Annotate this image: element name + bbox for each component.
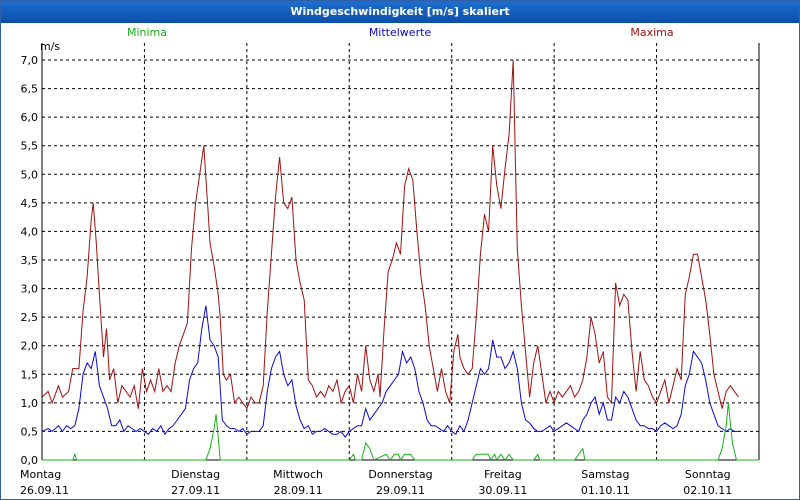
x-tick-date: 30.09.11 bbox=[478, 484, 527, 497]
y-tick-label: 2,5 bbox=[21, 311, 39, 324]
x-tick-date: 01.10.11 bbox=[581, 484, 630, 497]
axis-labels: 0,0 0,5 1,0 1,5 2,0 2,5 3,0 3,5 4,0 4,5 5,0 5,5 6,0 6… bbox=[20, 54, 732, 497]
x-tick-day: Samstag bbox=[581, 468, 629, 481]
x-tick-date: 27.09.11 bbox=[171, 484, 220, 497]
y-tick-label: 6,0 bbox=[21, 111, 39, 124]
y-tick-label: 4,0 bbox=[21, 225, 39, 238]
legend-mittelwerte: Mittelwerte bbox=[369, 26, 432, 39]
y-tick-label: 3,5 bbox=[21, 254, 39, 267]
legend-maxima: Maxima bbox=[630, 26, 673, 39]
x-tick-day: Freitag bbox=[484, 468, 522, 481]
x-tick-date: 29.09.11 bbox=[376, 484, 425, 497]
y-tick-label: 7,0 bbox=[21, 54, 39, 67]
legend-minima: Minima bbox=[127, 26, 167, 39]
y-tick-label: 5,5 bbox=[21, 140, 39, 153]
x-tick-date: 28.09.11 bbox=[274, 484, 323, 497]
y-axis-unit: m/s bbox=[40, 40, 60, 53]
y-tick-label: 0,5 bbox=[21, 425, 39, 438]
wind-speed-chart: 0,0 0,5 1,0 1,5 2,0 2,5 3,0 3,5 4,0 4,5 5,0 5,5 6,0 6… bbox=[20, 26, 760, 497]
y-tick-label: 1,0 bbox=[21, 397, 39, 410]
series-lines bbox=[41, 59, 759, 462]
y-tick-label: 1,5 bbox=[21, 368, 39, 381]
y-tick-label: 0,0 bbox=[21, 454, 39, 467]
series-minima bbox=[42, 402, 759, 462]
x-tick-date: 26.09.11 bbox=[20, 484, 69, 497]
x-tick-day: Montag bbox=[20, 468, 61, 481]
x-tick-date: 02.10.11 bbox=[683, 484, 732, 497]
y-tick-label: 3,0 bbox=[21, 283, 39, 296]
y-tick-label: 4,5 bbox=[21, 197, 39, 210]
x-tick-day: Donnerstag bbox=[368, 468, 432, 481]
x-tick-day: Dienstag bbox=[171, 468, 220, 481]
x-tick-day: Sonntag bbox=[685, 468, 731, 481]
series-maxima bbox=[41, 59, 739, 410]
y-tick-label: 2,0 bbox=[21, 340, 39, 353]
y-tick-label: 5,0 bbox=[21, 168, 39, 181]
y-tick-label: 6,5 bbox=[21, 83, 39, 96]
x-tick-day: Mittwoch bbox=[273, 468, 323, 481]
